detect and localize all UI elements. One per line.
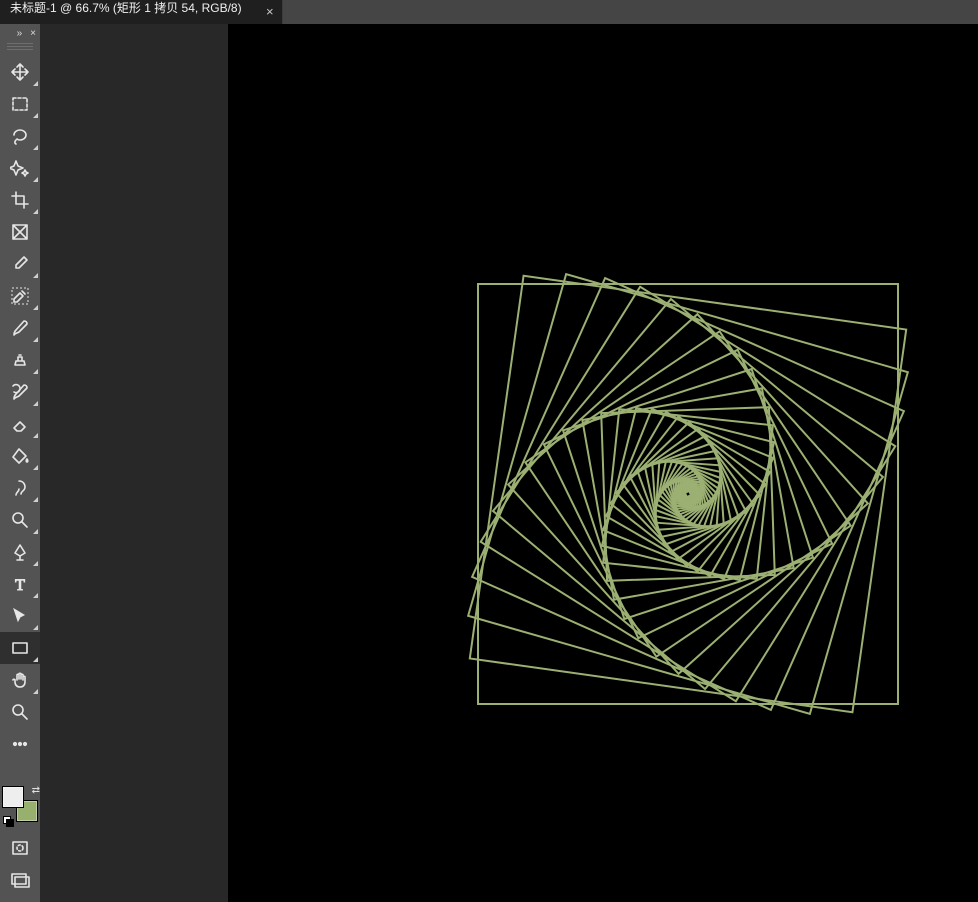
flyout-indicator-icon (33, 305, 38, 310)
flyout-indicator-icon (33, 81, 38, 86)
rectangle-shape-tool-icon (10, 638, 30, 658)
flyout-indicator-icon (33, 273, 38, 278)
crop-tool[interactable] (0, 184, 40, 216)
flyout-indicator-icon (33, 529, 38, 534)
frame-tool[interactable] (0, 216, 40, 248)
color-swatches: ⇄ (2, 786, 38, 826)
document-pasteboard[interactable] (40, 24, 228, 902)
flyout-indicator-icon (33, 337, 38, 342)
panel-grip[interactable] (7, 42, 33, 52)
type-tool[interactable]: T (0, 568, 40, 600)
tool-list: T (0, 56, 40, 760)
spiral-squares-artwork (438, 244, 938, 744)
paint-bucket-tool[interactable] (0, 440, 40, 472)
eraser-tool-icon (10, 414, 30, 434)
quick-select-tool-icon (10, 158, 30, 178)
crop-tool-icon (10, 190, 30, 210)
history-brush-tool-icon (10, 382, 30, 402)
quick-mask-mode-icon (10, 838, 30, 858)
pen-tool[interactable] (0, 536, 40, 568)
rect-marquee-tool-icon (10, 94, 30, 114)
eyedropper-tool-icon (10, 254, 30, 274)
smudge-tool[interactable] (0, 472, 40, 504)
lasso-tool[interactable] (0, 120, 40, 152)
path-select-tool[interactable] (0, 600, 40, 632)
tool-panel: » × T ⇄ (0, 24, 41, 902)
flyout-indicator-icon (33, 401, 38, 406)
brush-tool[interactable] (0, 312, 40, 344)
hand-tool-icon (10, 670, 30, 690)
flyout-indicator-icon (33, 145, 38, 150)
healing-brush-tool-icon (10, 286, 30, 306)
document-tab-label: 未标题-1 @ 66.7% (矩形 1 拷贝 54, RGB/8) (10, 0, 242, 18)
dodge-tool-icon (10, 510, 30, 530)
rect-marquee-tool[interactable] (0, 88, 40, 120)
more-tools-icon (10, 734, 30, 754)
panel-close-icon[interactable]: × (30, 28, 36, 39)
brush-tool-icon (10, 318, 30, 338)
move-tool-icon (10, 62, 30, 82)
zoom-tool-icon (10, 702, 30, 722)
flyout-indicator-icon (33, 593, 38, 598)
rectangle-shape-tool[interactable] (0, 632, 40, 664)
mode-buttons (0, 832, 40, 896)
dodge-tool[interactable] (0, 504, 40, 536)
document-tab[interactable]: 未标题-1 @ 66.7% (矩形 1 拷贝 54, RGB/8) × (0, 0, 283, 24)
swap-colors-icon[interactable]: ⇄ (32, 785, 40, 796)
close-icon[interactable]: × (266, 2, 274, 22)
move-tool[interactable] (0, 56, 40, 88)
flyout-indicator-icon (33, 369, 38, 374)
flyout-indicator-icon (33, 465, 38, 470)
flyout-indicator-icon (33, 497, 38, 502)
pen-tool-icon (10, 542, 30, 562)
hand-tool[interactable] (0, 664, 40, 696)
canvas[interactable] (228, 24, 978, 902)
screen-mode-toggle-icon (10, 870, 30, 890)
eraser-tool[interactable] (0, 408, 40, 440)
flyout-indicator-icon (33, 209, 38, 214)
tool-panel-header: » × (0, 24, 40, 42)
clone-stamp-tool-icon (10, 350, 30, 370)
flyout-indicator-icon (33, 177, 38, 182)
history-brush-tool[interactable] (0, 376, 40, 408)
healing-brush-tool[interactable] (0, 280, 40, 312)
path-select-tool-icon (10, 606, 30, 626)
type-tool-icon: T (10, 574, 30, 594)
lasso-tool-icon (10, 126, 30, 146)
clone-stamp-tool[interactable] (0, 344, 40, 376)
frame-tool-icon (10, 222, 30, 242)
eyedropper-tool[interactable] (0, 248, 40, 280)
zoom-tool[interactable] (0, 696, 40, 728)
flyout-indicator-icon (33, 657, 38, 662)
foreground-color-swatch[interactable] (2, 786, 24, 808)
screen-mode-toggle[interactable] (0, 864, 40, 896)
default-colors-icon[interactable] (3, 816, 13, 826)
flyout-indicator-icon (33, 689, 38, 694)
flyout-indicator-icon (33, 113, 38, 118)
more-tools[interactable] (0, 728, 40, 760)
flyout-indicator-icon (33, 561, 38, 566)
flyout-indicator-icon (33, 433, 38, 438)
panel-collapse-icon[interactable]: » (17, 28, 23, 39)
flyout-indicator-icon (33, 625, 38, 630)
paint-bucket-tool-icon (10, 446, 30, 466)
quick-mask-mode[interactable] (0, 832, 40, 864)
svg-text:T: T (15, 577, 25, 594)
document-tab-bar: 未标题-1 @ 66.7% (矩形 1 拷贝 54, RGB/8) × (0, 0, 978, 24)
smudge-tool-icon (10, 478, 30, 498)
quick-select-tool[interactable] (0, 152, 40, 184)
